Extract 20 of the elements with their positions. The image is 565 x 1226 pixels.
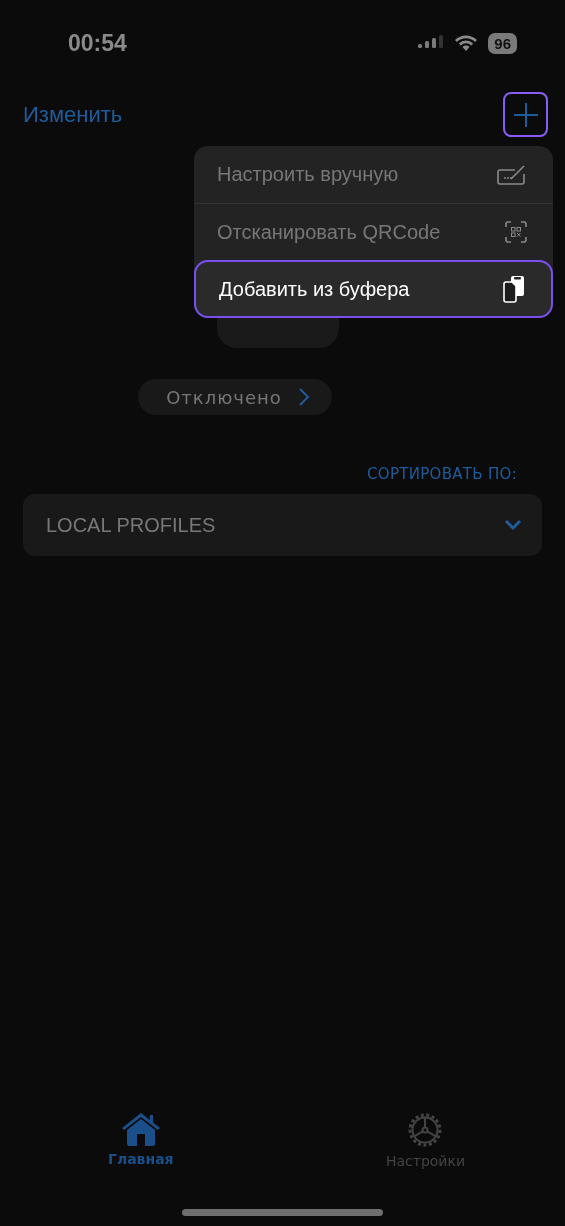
menu-item[interactable]: Настроить вручную xyxy=(194,146,553,203)
profiles-dropdown[interactable]: LOCAL PROFILES xyxy=(23,494,542,556)
chevron-down-icon xyxy=(504,519,522,531)
status-time: 00:54 xyxy=(68,29,127,57)
qr-scan-icon xyxy=(505,221,527,243)
battery-indicator: 96 xyxy=(488,32,517,54)
home-icon xyxy=(120,1111,161,1147)
connection-status-button[interactable]: Отключено xyxy=(138,379,332,415)
tab[interactable]: Главная xyxy=(108,1111,174,1169)
signal-icon xyxy=(418,35,445,51)
menu-item[interactable]: Добавить из буфера xyxy=(194,260,553,318)
tab[interactable]: Настройки xyxy=(385,1111,465,1169)
clipboard-icon xyxy=(503,275,525,303)
plus-icon xyxy=(512,101,539,128)
edit-button[interactable]: Изменить xyxy=(23,101,123,128)
add-button[interactable] xyxy=(503,92,548,137)
wifi-icon xyxy=(454,34,479,52)
sort-label[interactable]: СОРТИРОВАТЬ ПО: xyxy=(367,465,517,483)
chevron-right-icon xyxy=(297,388,310,406)
keyboard-pen-icon xyxy=(497,163,527,186)
